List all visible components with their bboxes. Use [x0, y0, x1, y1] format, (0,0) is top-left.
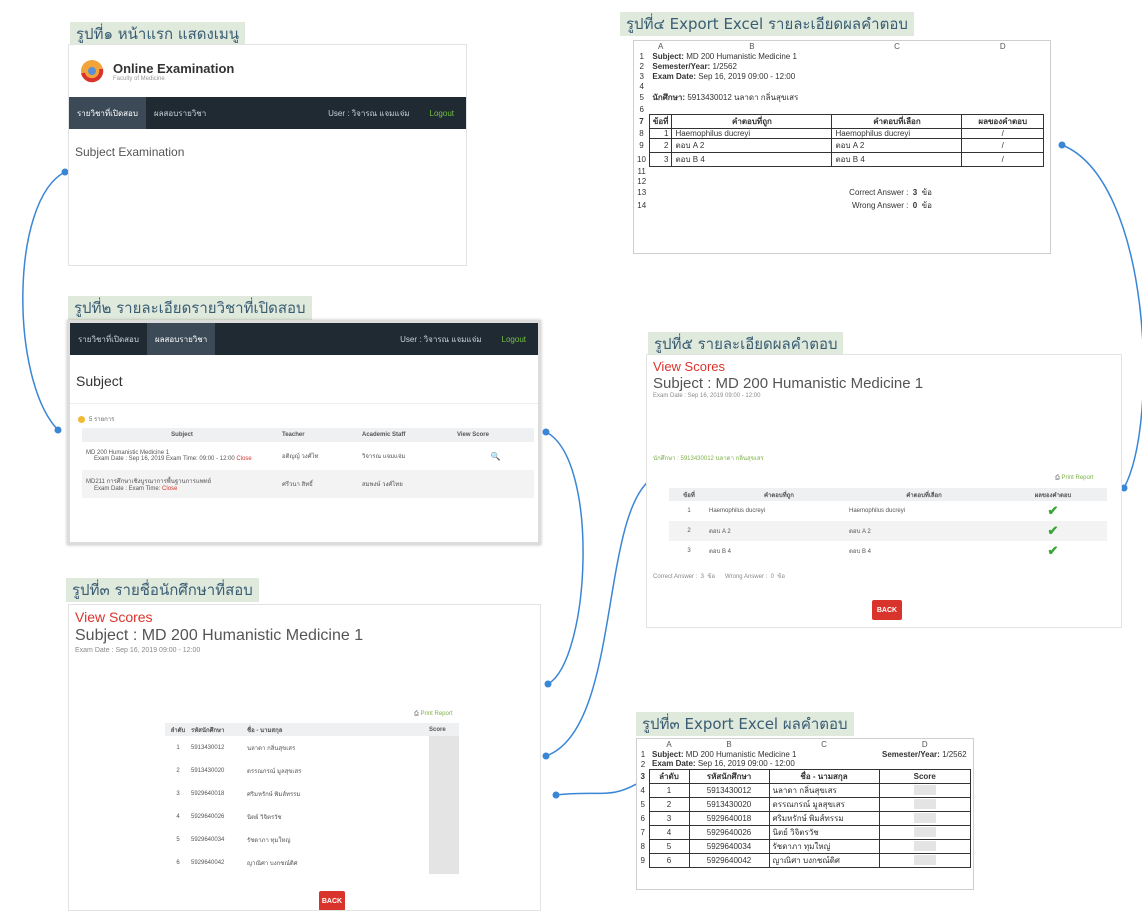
connector-1-2: [22, 171, 66, 431]
score-cell: [429, 782, 459, 805]
printer-icon: ⎙: [414, 711, 419, 717]
caption-figure-2: รูปที่๒ รายละเอียดรายวิชาที่เปิดสอบ: [68, 296, 312, 320]
excel-scores-sheet: A B C D 1 Subject: MD 200 Humanistic Medi…: [636, 738, 974, 890]
back-button[interactable]: BACK: [872, 600, 902, 620]
table-row: MD211 การศึกษาเชิงบูรณาการพื้นฐานการแพทย…: [82, 470, 534, 498]
app-logo-icon: [81, 60, 104, 83]
exam-date: Exam Date : Sep 16, 2019 09:00 - 12:00: [75, 647, 201, 654]
score-cell: [429, 805, 459, 828]
page-heading: Subject Examination: [75, 145, 185, 159]
connector-3-6: [555, 781, 641, 796]
caption-figure-5: รูปที่๕ รายละเอียดผลคำตอบ: [648, 332, 844, 356]
top-nav: รายวิชาที่เปิดสอบ ผลสอบรายวิชา User : วิ…: [70, 323, 538, 355]
exam-date: Exam Date : Sep 16, 2019 09:00 - 12:00: [653, 393, 761, 399]
nav-item-open-subjects[interactable]: รายวิชาที่เปิดสอบ: [70, 323, 147, 355]
print-report-link[interactable]: ⎙ Print Report: [1055, 475, 1094, 482]
excel-detail-grid: A B C D 1 Subject: MD 200 Humanistic Medi…: [634, 41, 1044, 212]
table-row: 3 ตอบ B 4 ตอบ B 4 ✔: [687, 543, 1059, 558]
excel-detail-sheet: A B C D 1 Subject: MD 200 Humanistic Medi…: [633, 40, 1051, 254]
nav-item-open-subjects[interactable]: รายวิชาที่เปิดสอบ: [69, 97, 146, 129]
excel-scores-grid: A B C D 1 Subject: MD 200 Humanistic Medi…: [637, 739, 971, 868]
caption-figure-3: รูปที่๓ รายชื่อนักศึกษาที่สอบ: [66, 578, 259, 602]
check-icon: ✔: [1047, 543, 1059, 558]
printer-icon: ⎙: [1055, 475, 1060, 481]
score-cell: [429, 828, 459, 851]
subject-title: Subject : MD 200 Humanistic Medicine 1: [653, 375, 924, 392]
check-icon: ✔: [1047, 523, 1059, 538]
answer-detail-screen: View Scores Subject : MD 200 Humanistic …: [646, 354, 1122, 628]
table-row: 6 5929640042 ญาณิศา บงกชณ์ดิศ: [165, 851, 459, 874]
view-scores-title: View Scores: [75, 609, 153, 625]
back-button[interactable]: BACK: [319, 891, 345, 910]
status-count: 5 รายการ: [89, 417, 115, 423]
view-scores-title: View Scores: [653, 359, 726, 374]
nav-item-subject-scores[interactable]: ผลสอบรายวิชา: [146, 323, 216, 355]
subject-title: Subject : MD 200 Humanistic Medicine 1: [75, 627, 364, 644]
home-screen: Online Examination Faculty of Medicine ร…: [68, 44, 467, 266]
score-cell: [429, 736, 459, 759]
status-dot-icon: [78, 415, 85, 423]
caption-figure-6: รูปที่๓ Export Excel ผลคำตอบ: [636, 712, 854, 736]
table-row: 1 Haemophilus ducreyi Haemophilus ducreyi ✔: [687, 503, 1059, 518]
table-row: MD 200 Humanistic Medicine 1 Exam Date :…: [86, 450, 501, 462]
table-row: 2 ตอบ A 2 ตอบ A 2 ✔: [669, 521, 1107, 541]
table-row: 5 5929640034 รัชดาภา ทุมใหญ่: [165, 828, 459, 851]
caption-figure-1: รูปที่๑ หน้าแรก แสดงเมนู: [70, 22, 246, 46]
nav-user[interactable]: User : วิจารณ แจมแจ่ม: [392, 323, 489, 355]
table-row: 1 5913430012 นลาดา กลิ่นสุขเสร: [165, 736, 459, 759]
score-cell: [429, 759, 459, 782]
print-report-link[interactable]: ⎙ Print Report: [414, 711, 453, 718]
answer-table: ข้อที่ คำตอบที่ถูก คำตอบที่เลือก ผลของคำ…: [669, 488, 1107, 561]
caption-figure-4: รูปที่๔ Export Excel รายละเอียดผลคำตอบ: [620, 12, 914, 36]
answer-summary: Correct Answer : 3 ข้อ Wrong Answer : 0 …: [653, 574, 786, 580]
page-title: Subject: [70, 355, 538, 404]
check-icon: ✔: [1047, 503, 1059, 518]
score-cell: [429, 851, 459, 874]
student-list-screen: View Scores Subject : MD 200 Humanistic …: [68, 604, 541, 911]
table-row: 4 5929640026 นิตย์ วิจิตรวัช: [165, 805, 459, 828]
logout-link[interactable]: Logout: [490, 335, 538, 344]
search-icon[interactable]: 🔍: [491, 452, 501, 461]
student-info: นักศึกษา : 5913430012 นลาดา กลิ่นสุขเสร: [653, 456, 764, 462]
subject-table: Subject Teacher Academic Staff View Scor…: [82, 428, 534, 498]
top-nav: รายวิชาที่เปิดสอบ ผลสอบรายวิชา User : วิ…: [69, 97, 466, 129]
student-table: ลำดับ รหัสนักศึกษา ชื่อ - นามสกุล Score …: [165, 723, 459, 874]
nav-item-subject-scores[interactable]: ผลสอบรายวิชา: [146, 97, 214, 129]
logout-link[interactable]: Logout: [418, 109, 466, 118]
table-row: 2 5913430020 ดรรณกรณ์ มูลสุขเสร: [165, 759, 459, 782]
nav-user[interactable]: User : วิจารณ แจมแจ่ม: [320, 97, 417, 129]
app-subtitle: Faculty of Medicine: [113, 75, 165, 82]
app-title: Online Examination: [113, 60, 235, 76]
connector-3-5: [545, 479, 651, 757]
connector-2-3: [545, 431, 584, 685]
table-row: 3 5929640018 ศริมหรักษ์ พิมส์ทรรม: [165, 782, 459, 805]
subject-screen: รายวิชาที่เปิดสอบ ผลสอบรายวิชา User : วิ…: [67, 320, 541, 545]
